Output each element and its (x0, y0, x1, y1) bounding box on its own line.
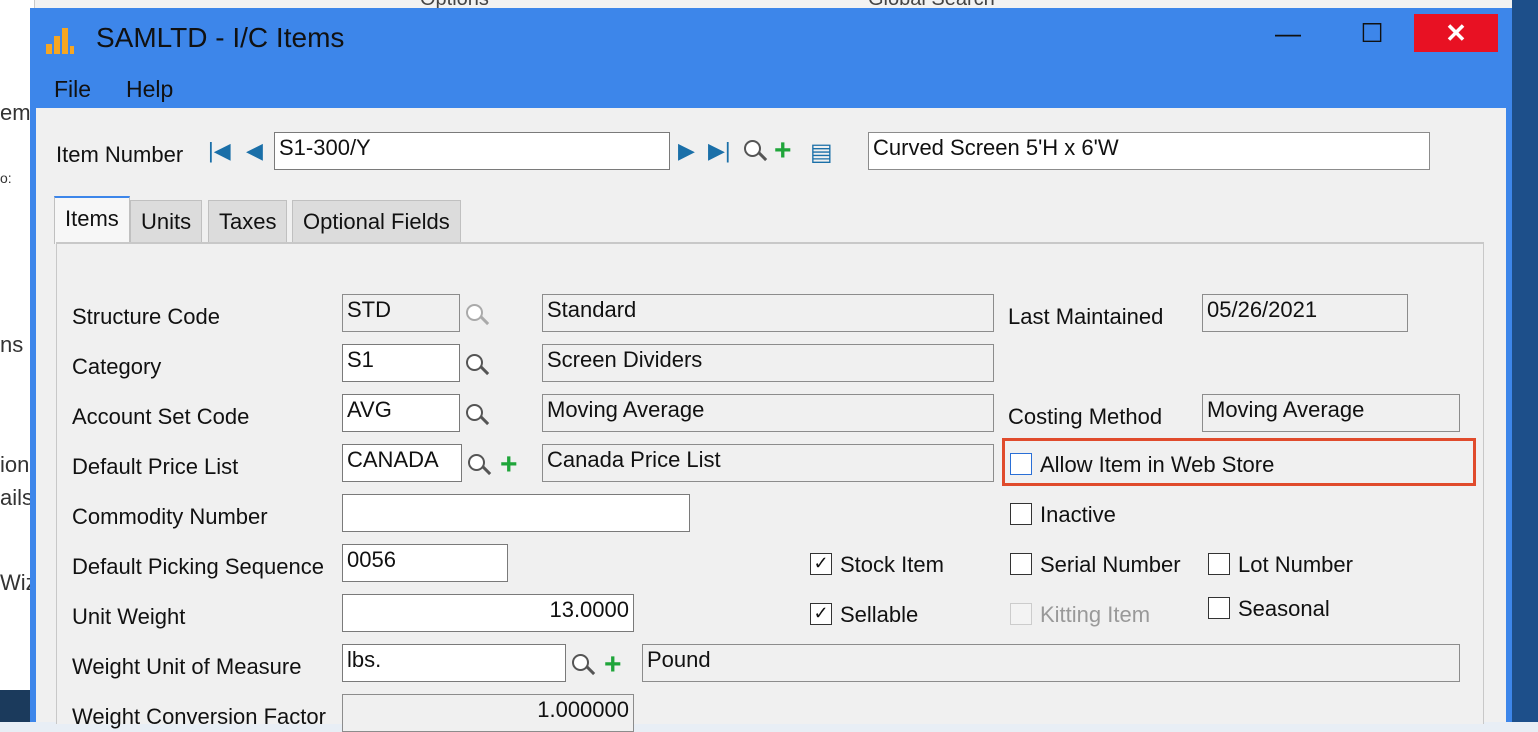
unit-weight-input[interactable]: 13.0000 (342, 594, 634, 632)
structure-code-label: Structure Code (72, 304, 220, 329)
costing-method-field: Moving Average (1202, 394, 1460, 432)
serial-number-label: Serial Number (1040, 552, 1181, 577)
web-store-highlight-box (1002, 438, 1476, 486)
kitting-item-checkbox: Kitting Item (1010, 602, 1150, 628)
default-price-list-input[interactable]: CANADA (342, 444, 462, 482)
lot-number-box[interactable] (1208, 553, 1230, 576)
costing-method-label: Costing Method (1008, 404, 1163, 429)
seasonal-box[interactable] (1208, 597, 1230, 620)
maximize-button[interactable]: ☐ (1344, 14, 1400, 52)
last-record-icon[interactable]: ▶| (708, 138, 731, 164)
lot-number-checkbox[interactable]: Lot Number (1208, 552, 1353, 578)
last-maintained-label: Last Maintained (1008, 304, 1164, 329)
sellable-checkbox[interactable]: Sellable (810, 602, 918, 628)
structure-code-description: Standard (542, 294, 994, 332)
weight-uom-finder-icon[interactable] (572, 654, 596, 680)
account-set-finder-icon[interactable] (466, 404, 490, 430)
window-title: SAMLTD - I/C Items (96, 22, 345, 53)
background-window-strip: Options Global Search (0, 0, 1538, 10)
previous-record-icon[interactable]: ◀ (246, 138, 263, 164)
price-list-finder-icon[interactable] (468, 454, 492, 480)
document-icon[interactable]: ▤ (810, 138, 833, 167)
minimize-button[interactable]: — (1260, 14, 1316, 52)
account-set-code-input[interactable]: AVG (342, 394, 460, 432)
category-description: Screen Dividers (542, 344, 994, 382)
weight-conversion-factor-field: 1.000000 (342, 694, 634, 732)
account-set-code-label: Account Set Code (72, 404, 250, 429)
add-weight-uom-icon[interactable]: + (604, 650, 622, 680)
category-finder-icon[interactable] (466, 354, 490, 380)
serial-number-checkbox[interactable]: Serial Number (1010, 552, 1181, 578)
background-taskbar (0, 690, 34, 722)
menu-file[interactable]: File (54, 76, 91, 103)
price-list-description: Canada Price List (542, 444, 994, 482)
stock-item-box[interactable] (810, 553, 832, 576)
picking-sequence-input[interactable]: 0056 (342, 544, 508, 582)
next-record-icon[interactable]: ▶ (678, 138, 695, 164)
background-desktop (1512, 0, 1538, 722)
tab-units[interactable]: Units (130, 200, 203, 242)
app-icon (46, 26, 74, 54)
serial-number-box[interactable] (1010, 553, 1032, 576)
weight-uom-input[interactable]: lbs. (342, 644, 566, 682)
menu-bar: File Help (30, 70, 1512, 110)
seasonal-checkbox[interactable]: Seasonal (1208, 596, 1330, 622)
weight-conversion-factor-label: Weight Conversion Factor (72, 704, 326, 729)
structure-code-finder-icon (466, 304, 490, 330)
unit-weight-label: Unit Weight (72, 604, 186, 629)
inactive-checkbox[interactable]: Inactive (1010, 502, 1116, 528)
last-maintained-field: 05/26/2021 (1202, 294, 1408, 332)
background-fragment: em (0, 100, 31, 125)
category-input[interactable]: S1 (342, 344, 460, 382)
menu-help[interactable]: Help (126, 76, 173, 103)
weight-uom-description: Pound (642, 644, 1460, 682)
background-fragment: Wiz (0, 570, 34, 595)
add-price-list-icon[interactable]: + (500, 450, 518, 480)
tab-taxes[interactable]: Taxes (208, 200, 288, 242)
item-number-label: Item Number (56, 142, 184, 167)
kitting-item-box (1010, 603, 1032, 626)
title-bar[interactable]: SAMLTD - I/C Items — ☐ ✕ (30, 8, 1512, 72)
background-fragment: ns (0, 332, 24, 357)
background-fragment: ails (0, 485, 34, 510)
item-description-field[interactable]: Curved Screen 5'H x 6'W (868, 132, 1430, 170)
commodity-number-input[interactable] (342, 494, 690, 532)
tab-optional-fields[interactable]: Optional Fields (292, 200, 461, 242)
close-button[interactable]: ✕ (1414, 14, 1498, 52)
background-fragment: o: (0, 170, 12, 186)
inactive-box[interactable] (1010, 503, 1032, 526)
weight-uom-label: Weight Unit of Measure (72, 654, 302, 679)
seasonal-label: Seasonal (1238, 596, 1330, 621)
background-fragment: ion (0, 452, 30, 477)
first-record-icon[interactable]: |◀ (208, 138, 231, 164)
tab-items[interactable]: Items (54, 196, 130, 244)
inactive-label: Inactive (1040, 502, 1116, 527)
item-number-input[interactable]: S1-300/Y (274, 132, 670, 170)
stock-item-checkbox[interactable]: Stock Item (810, 552, 944, 578)
add-icon[interactable]: + (774, 136, 792, 166)
account-set-description: Moving Average (542, 394, 994, 432)
default-picking-sequence-label: Default Picking Sequence (72, 554, 324, 579)
stock-item-label: Stock Item (840, 552, 944, 577)
structure-code-field: STD (342, 294, 460, 332)
commodity-number-label: Commodity Number (72, 504, 268, 529)
sellable-box[interactable] (810, 603, 832, 626)
sellable-label: Sellable (840, 602, 919, 627)
search-icon[interactable] (744, 140, 768, 166)
default-price-list-label: Default Price List (72, 454, 239, 479)
kitting-item-label: Kitting Item (1040, 602, 1151, 627)
form-client-area: Item Number |◀ ◀ S1-300/Y ▶ ▶| + ▤ Curve… (36, 108, 1506, 732)
ic-items-window: SAMLTD - I/C Items — ☐ ✕ File Help Item … (30, 8, 1512, 732)
lot-number-label: Lot Number (1238, 552, 1353, 577)
category-label: Category (72, 354, 162, 379)
